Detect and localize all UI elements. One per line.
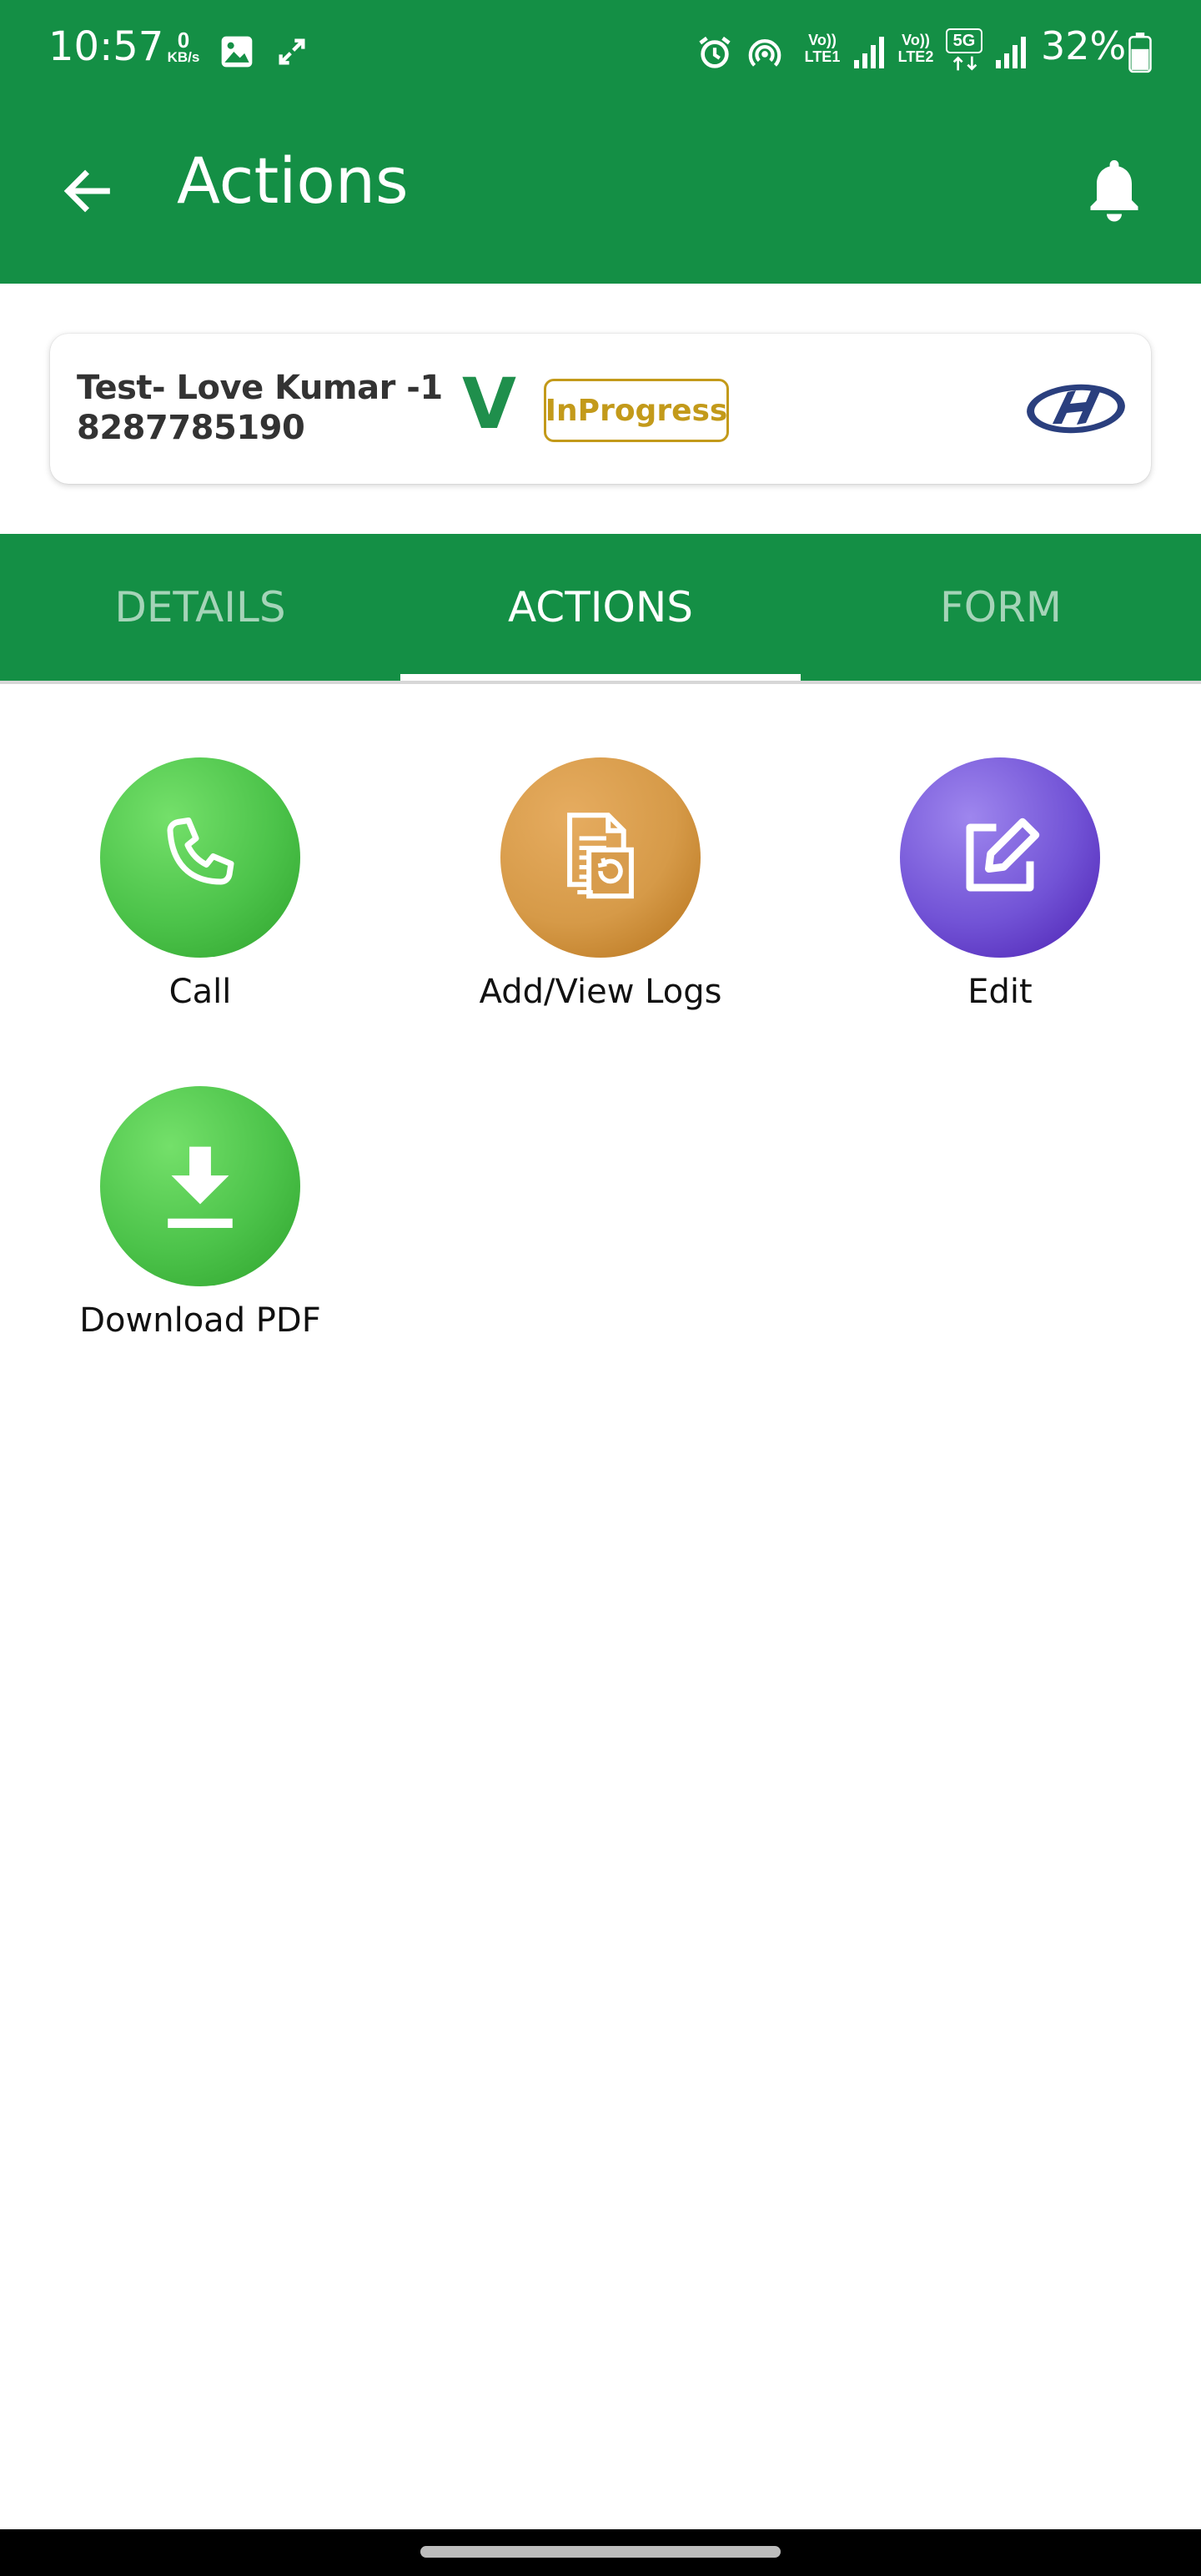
download-pdf-label: Download PDF: [79, 1301, 321, 1340]
hotspot-icon: [748, 39, 781, 67]
tab-details[interactable]: DETAILS: [0, 534, 400, 681]
status-time: 10:57: [48, 23, 164, 70]
edit-action-circle[interactable]: [900, 757, 1100, 958]
gallery-icon: [221, 36, 253, 68]
signal-icon: [854, 37, 884, 68]
status-badge: InProgress: [544, 379, 729, 442]
network-5g-badge: 5G: [946, 28, 982, 53]
edit-label: Edit: [967, 973, 1033, 1011]
call-label: Call: [168, 973, 232, 1011]
lte1-label: LTE1: [804, 48, 841, 65]
edit-action[interactable]: Edit: [858, 757, 1142, 1011]
home-gesture-handle[interactable]: [420, 2546, 781, 2558]
net-speed-unit: KB/s: [167, 49, 200, 65]
lead-card[interactable]: Test- Love Kumar -1 8287785190 V InProgr…: [50, 334, 1151, 484]
status-bar: 10:57 0 KB/s Vo)) LTE1 Vo)) LTE2 5G 32%: [0, 0, 1201, 100]
alarm-icon: [699, 36, 731, 68]
volte-1: Vo)) LTE1: [797, 32, 847, 65]
page-title: Actions: [177, 143, 409, 218]
hyundai-logo: [1027, 384, 1125, 434]
volte-2: Vo)) LTE2: [891, 32, 941, 65]
phone-icon: [167, 818, 234, 885]
call-action-circle[interactable]: [100, 757, 300, 958]
network-5g-label: 5G: [952, 32, 976, 50]
bell-icon: [1090, 160, 1138, 222]
tabs-divider: [0, 681, 1201, 684]
battery-icon: [1128, 33, 1152, 73]
notifications-button[interactable]: [1076, 148, 1153, 232]
download-icon: [168, 1146, 233, 1228]
download-pdf-action[interactable]: Download PDF: [58, 1086, 342, 1340]
expand-icon: [279, 38, 305, 65]
back-button[interactable]: [52, 155, 123, 227]
edit-icon: [966, 818, 1040, 892]
data-arrows-icon: [952, 56, 977, 71]
net-speed-value: 0: [177, 28, 190, 53]
tab-form[interactable]: FORM: [801, 534, 1201, 681]
volte-label-2: Vo)): [902, 32, 930, 48]
battery-percentage: 32%: [1041, 23, 1127, 68]
v-mark: V: [462, 363, 517, 445]
download-pdf-circle[interactable]: [100, 1086, 300, 1286]
arrow-left-icon: [63, 169, 110, 213]
lead-phone: 8287785190: [77, 409, 305, 447]
logs-action[interactable]: Add/View Logs: [459, 757, 742, 1011]
lte2-label: LTE2: [897, 48, 934, 65]
volte-label-1: Vo)): [808, 32, 837, 48]
logs-action-circle[interactable]: [500, 757, 701, 958]
signal-icon-2: [996, 37, 1026, 68]
lead-name: Test- Love Kumar -1: [77, 369, 443, 407]
logs-label: Add/View Logs: [479, 973, 722, 1011]
call-action[interactable]: Call: [58, 757, 342, 1011]
tab-actions[interactable]: ACTIONS: [400, 534, 801, 682]
app-bar: Actions: [0, 100, 1201, 284]
net-speed: 0 KB/s: [160, 28, 207, 65]
tab-bar: DETAILS ACTIONS FORM: [0, 534, 1201, 682]
logs-icon: [567, 813, 634, 899]
